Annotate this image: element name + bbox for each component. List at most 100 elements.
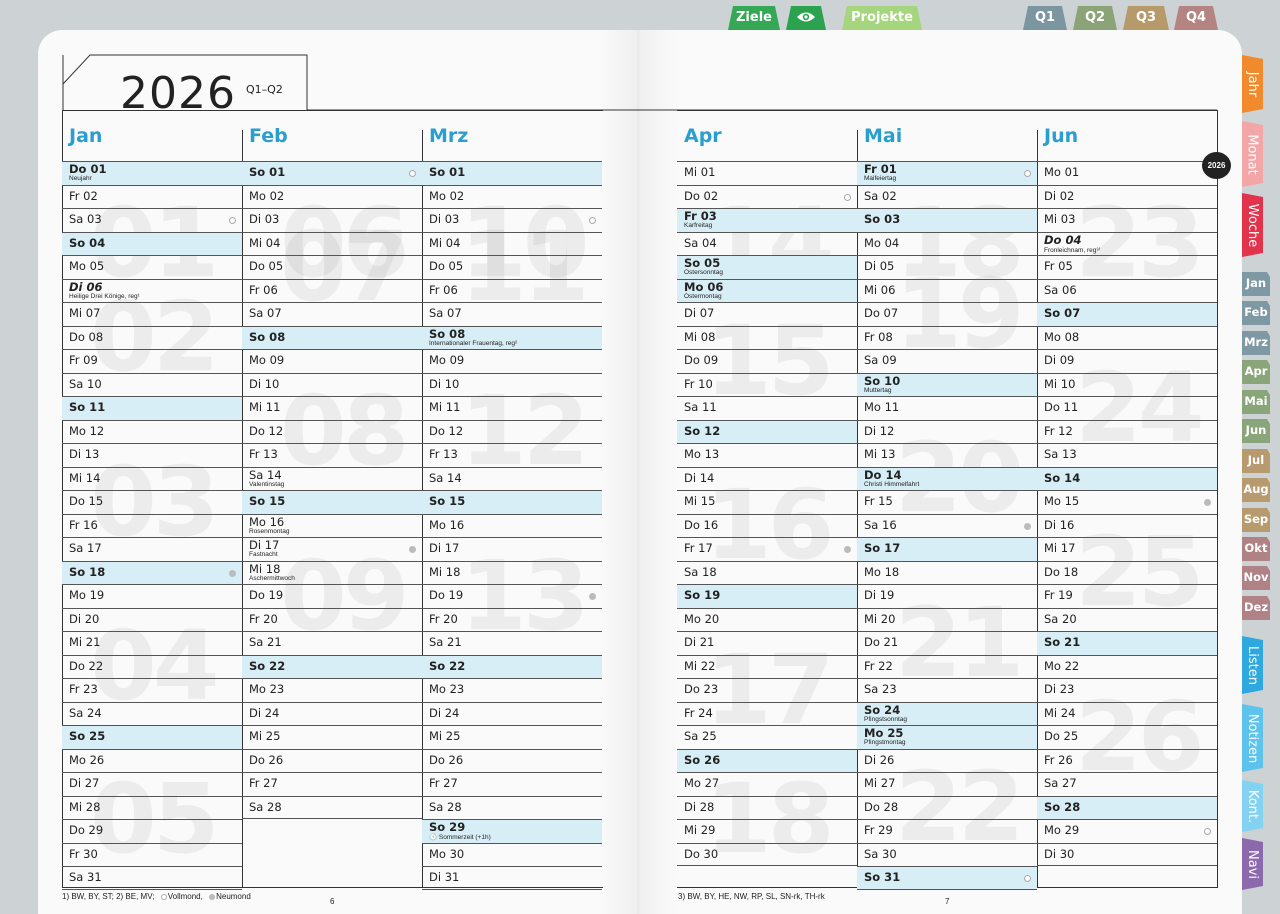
day-row[interactable]: Sa 09 bbox=[857, 349, 1037, 373]
day-row[interactable]: Mo 16 Rosenmontag bbox=[242, 513, 422, 538]
side-tab-navi[interactable]: Navi bbox=[1242, 838, 1263, 890]
day-row[interactable]: Sa 31 bbox=[62, 866, 242, 890]
day-row[interactable]: Do 16 bbox=[677, 513, 857, 538]
day-row[interactable]: Mo 04 bbox=[857, 231, 1037, 256]
day-row[interactable]: Sa 04 bbox=[677, 231, 857, 256]
day-row[interactable]: Sa 07 bbox=[242, 302, 422, 326]
day-row[interactable]: Di 02 bbox=[1037, 184, 1217, 209]
day-row[interactable]: Fr 20 bbox=[422, 607, 602, 632]
day-row[interactable]: Di 10 bbox=[242, 372, 422, 397]
day-row[interactable]: Do 12 bbox=[422, 419, 602, 444]
day-row[interactable]: Mi 04 bbox=[242, 231, 422, 256]
day-row[interactable]: Fr 08 bbox=[857, 325, 1037, 350]
day-row[interactable]: Do 26 bbox=[422, 748, 602, 773]
day-row[interactable]: Di 12 bbox=[857, 419, 1037, 444]
day-row[interactable]: Mi 11 bbox=[422, 396, 602, 420]
day-row[interactable]: Do 26 bbox=[242, 748, 422, 773]
day-row[interactable]: Fr 27 bbox=[422, 772, 602, 796]
month-tab-feb[interactable]: Feb bbox=[1242, 301, 1270, 325]
day-row[interactable]: Di 28 bbox=[677, 795, 857, 820]
day-row[interactable]: Sa 18 bbox=[677, 560, 857, 585]
day-row[interactable]: Mo 16 bbox=[422, 513, 602, 538]
day-row[interactable]: Di 20 bbox=[62, 607, 242, 632]
day-row[interactable]: So 07 bbox=[1037, 302, 1217, 326]
day-row[interactable]: Mi 20 bbox=[857, 607, 1037, 632]
day-row[interactable]: So 08 bbox=[242, 325, 422, 349]
day-row[interactable]: Do 09 bbox=[677, 349, 857, 373]
day-row[interactable]: Do 19 bbox=[422, 584, 602, 608]
day-row[interactable]: Do 11 bbox=[1037, 396, 1217, 420]
tab-q4[interactable]: Q4 bbox=[1174, 6, 1218, 30]
day-row[interactable]: Fr 06 bbox=[422, 278, 602, 303]
day-row[interactable]: Mo 01 bbox=[1037, 161, 1217, 185]
day-row[interactable]: Do 01 Neujahr bbox=[62, 161, 242, 185]
day-row[interactable]: Fr 06 bbox=[242, 278, 422, 303]
day-row[interactable]: Sa 03 bbox=[62, 208, 242, 232]
day-row[interactable]: Mi 13 bbox=[857, 443, 1037, 467]
day-row[interactable]: Fr 17 bbox=[677, 537, 857, 561]
day-row[interactable]: Mo 09 bbox=[242, 349, 422, 373]
day-row[interactable]: Di 07 bbox=[677, 302, 857, 326]
day-row[interactable]: Mo 05 bbox=[62, 255, 242, 279]
day-row[interactable]: Do 28 bbox=[857, 795, 1037, 820]
day-row[interactable]: Fr 22 bbox=[857, 654, 1037, 679]
day-row[interactable]: Mo 18 bbox=[857, 560, 1037, 585]
day-row[interactable]: Fr 29 bbox=[857, 819, 1037, 843]
day-row[interactable]: Mo 29 bbox=[1037, 819, 1217, 843]
day-row[interactable]: Sa 11 bbox=[677, 396, 857, 420]
day-row[interactable]: So 26 bbox=[677, 748, 857, 772]
day-row[interactable]: So 31 bbox=[857, 866, 1037, 890]
day-row[interactable]: Mo 13 bbox=[677, 443, 857, 467]
tab-q3[interactable]: Q3 bbox=[1123, 6, 1169, 30]
day-row[interactable]: Do 14 Christi Himmelfahrt bbox=[857, 466, 1037, 490]
day-row[interactable]: Di 17 Fastnacht bbox=[242, 537, 422, 561]
month-tab-nov[interactable]: Nov bbox=[1242, 566, 1270, 590]
day-row[interactable]: Di 26 bbox=[857, 748, 1037, 773]
day-row[interactable]: So 21 bbox=[1037, 631, 1217, 655]
day-row[interactable]: Do 12 bbox=[242, 419, 422, 444]
day-row[interactable]: Mi 27 bbox=[857, 772, 1037, 796]
tab-ziele[interactable]: Ziele bbox=[728, 6, 780, 30]
month-tab-jun[interactable]: Jun bbox=[1242, 419, 1270, 443]
day-row[interactable]: Fr 23 bbox=[62, 678, 242, 702]
day-row[interactable]: Di 24 bbox=[242, 701, 422, 726]
day-row[interactable]: Sa 21 bbox=[422, 631, 602, 655]
day-row[interactable]: So 17 bbox=[857, 537, 1037, 561]
day-row[interactable]: Do 04 Fronleichnam, reg³⁾ bbox=[1037, 231, 1217, 256]
day-row[interactable]: Fr 19 bbox=[1037, 584, 1217, 608]
day-row[interactable]: Mo 22 bbox=[1037, 654, 1217, 679]
day-row[interactable]: Fr 05 bbox=[1037, 255, 1217, 279]
side-tab-listen[interactable]: Listen bbox=[1242, 636, 1263, 694]
day-row[interactable]: Mi 18 bbox=[422, 560, 602, 585]
day-row[interactable]: Mi 06 bbox=[857, 278, 1037, 303]
day-row[interactable]: So 15 bbox=[422, 490, 602, 514]
day-row[interactable]: So 03 bbox=[857, 208, 1037, 232]
month-tab-apr[interactable]: Apr bbox=[1242, 360, 1270, 384]
day-row[interactable]: So 29 🕓 Sommerzeit (+1h) bbox=[422, 819, 602, 843]
day-row[interactable]: Sa 24 bbox=[62, 701, 242, 726]
day-row[interactable]: So 08 Internationaler Frauentag, reg² bbox=[422, 325, 602, 349]
day-row[interactable]: Mi 07 bbox=[62, 302, 242, 326]
day-row[interactable]: Do 02 bbox=[677, 184, 857, 209]
day-row[interactable]: Fr 20 bbox=[242, 607, 422, 632]
month-tab-mrz[interactable]: Mrz bbox=[1242, 331, 1270, 355]
month-tab-dez[interactable]: Dez bbox=[1242, 596, 1270, 620]
day-row[interactable]: So 10 Muttertag bbox=[857, 372, 1037, 396]
tab-q2[interactable]: Q2 bbox=[1073, 6, 1117, 30]
day-row[interactable]: Fr 09 bbox=[62, 349, 242, 373]
day-row[interactable]: Do 18 bbox=[1037, 560, 1217, 585]
day-row[interactable]: Sa 14 bbox=[422, 466, 602, 491]
day-row[interactable]: Fr 15 bbox=[857, 490, 1037, 514]
day-row[interactable]: So 22 bbox=[422, 654, 602, 678]
day-row[interactable]: Di 27 bbox=[62, 772, 242, 796]
day-row[interactable]: Mo 11 bbox=[857, 396, 1037, 420]
day-row[interactable]: So 04 bbox=[62, 231, 242, 255]
day-row[interactable]: Fr 12 bbox=[1037, 419, 1217, 444]
day-row[interactable]: Mi 21 bbox=[62, 631, 242, 655]
day-row[interactable]: Fr 13 bbox=[422, 443, 602, 467]
day-row[interactable]: Sa 06 bbox=[1037, 278, 1217, 303]
day-row[interactable]: Mo 12 bbox=[62, 419, 242, 444]
day-row[interactable]: Fr 02 bbox=[62, 184, 242, 209]
day-row[interactable]: Fr 26 bbox=[1037, 748, 1217, 773]
day-row[interactable]: So 24 Pfingstsonntag bbox=[857, 701, 1037, 725]
